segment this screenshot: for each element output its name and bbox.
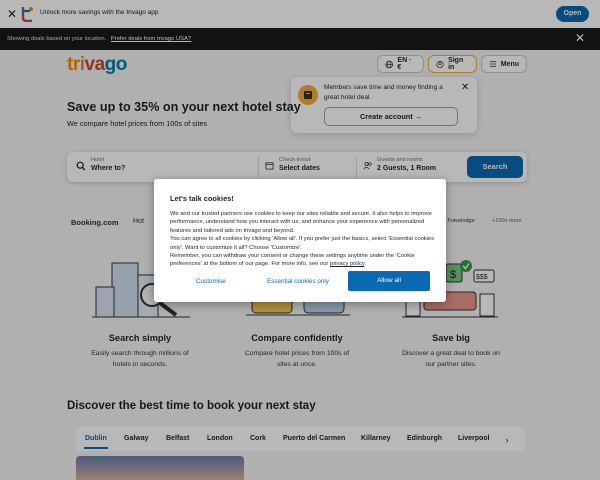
privacy-policy-link[interactable]: privacy policy [330, 261, 364, 267]
essential-cookies-button[interactable]: Essential cookies only [267, 278, 329, 285]
cookie-body: We and our trusted partners use cookies … [170, 211, 435, 268]
cookie-dialog: Let's talk cookies! We and our trusted p… [154, 179, 446, 302]
cookie-title: Let's talk cookies! [170, 194, 234, 203]
customise-button[interactable]: Customise [196, 278, 226, 285]
allow-all-button[interactable]: Allow all [348, 271, 430, 291]
